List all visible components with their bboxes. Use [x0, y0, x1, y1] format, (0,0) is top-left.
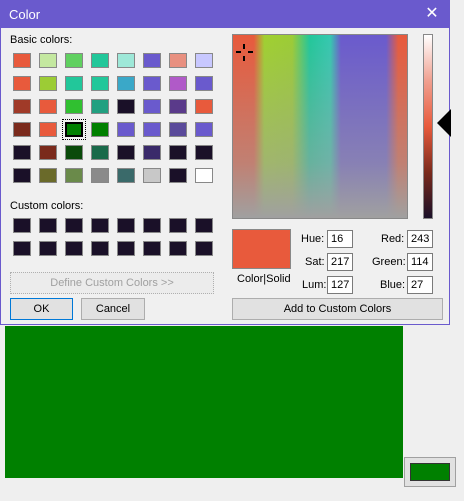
define-custom-colors-button[interactable]: Define Custom Colors >>	[10, 272, 214, 294]
custom-color-swatch[interactable]	[169, 241, 187, 256]
basic-color-swatch[interactable]	[117, 53, 135, 68]
basic-color-swatch[interactable]	[39, 76, 57, 91]
basic-color-swatch[interactable]	[169, 99, 187, 114]
canvas-area	[5, 326, 403, 478]
basic-color-swatch[interactable]	[39, 53, 57, 68]
basic-color-swatch[interactable]	[39, 122, 57, 137]
basic-color-swatch[interactable]	[169, 122, 187, 137]
hue-field[interactable]: 16	[327, 230, 353, 248]
basic-color-swatch[interactable]	[13, 168, 31, 183]
basic-color-swatch[interactable]	[91, 168, 109, 183]
basic-color-swatch[interactable]	[143, 76, 161, 91]
basic-color-swatch[interactable]	[65, 168, 83, 183]
basic-color-swatch[interactable]	[91, 53, 109, 68]
basic-color-swatch[interactable]	[195, 122, 213, 137]
custom-color-swatch[interactable]	[195, 218, 213, 233]
basic-color-swatch[interactable]	[143, 145, 161, 160]
basic-color-swatch[interactable]	[143, 122, 161, 137]
custom-color-swatch[interactable]	[65, 241, 83, 256]
custom-color-swatch[interactable]	[39, 218, 57, 233]
basic-color-swatch[interactable]	[91, 122, 109, 137]
custom-color-swatch[interactable]	[91, 218, 109, 233]
basic-color-swatch[interactable]	[143, 168, 161, 183]
close-icon[interactable]: ✕	[421, 3, 443, 25]
basic-color-swatch[interactable]	[13, 122, 31, 137]
green-label: Green:	[372, 256, 406, 268]
add-to-custom-colors-button[interactable]: Add to Custom Colors	[232, 298, 443, 320]
green-field[interactable]: 114	[407, 253, 433, 271]
basic-color-swatch[interactable]	[65, 53, 83, 68]
basic-color-swatch[interactable]	[117, 145, 135, 160]
red-label: Red:	[381, 233, 405, 245]
custom-color-swatch[interactable]	[117, 218, 135, 233]
custom-color-swatch[interactable]	[91, 241, 109, 256]
basic-color-swatch[interactable]	[91, 76, 109, 91]
custom-color-swatch[interactable]	[13, 218, 31, 233]
basic-color-swatch[interactable]	[195, 168, 213, 183]
basic-color-swatch[interactable]	[143, 99, 161, 114]
basic-color-swatch[interactable]	[169, 168, 187, 183]
basic-color-swatch[interactable]	[143, 53, 161, 68]
color-spectrum[interactable]	[232, 34, 408, 219]
color-dialog: Color ✕ Basic colors: Custom colors: Def…	[0, 0, 451, 325]
basic-color-swatch[interactable]	[117, 99, 135, 114]
blue-label: Blue:	[380, 279, 406, 291]
color-solid-preview	[232, 229, 291, 269]
sat-field[interactable]: 217	[327, 253, 353, 271]
blue-field[interactable]: 27	[407, 276, 433, 294]
custom-color-swatch[interactable]	[143, 218, 161, 233]
lum-label: Lum:	[302, 279, 327, 291]
crosshair-icon	[236, 44, 253, 61]
basic-color-swatch[interactable]	[195, 145, 213, 160]
custom-color-swatch[interactable]	[169, 218, 187, 233]
cancel-button[interactable]: Cancel	[81, 298, 145, 320]
dialog-title: Color	[9, 7, 41, 22]
basic-color-swatch[interactable]	[91, 145, 109, 160]
basic-color-swatch[interactable]	[13, 76, 31, 91]
basic-colors-label: Basic colors:	[10, 34, 73, 46]
basic-color-swatch[interactable]	[65, 145, 83, 160]
custom-color-swatch[interactable]	[13, 241, 31, 256]
red-field[interactable]: 243	[407, 230, 433, 248]
custom-color-swatch[interactable]	[143, 241, 161, 256]
color-swatch-button[interactable]	[404, 457, 456, 487]
luminance-slider[interactable]	[423, 34, 433, 219]
basic-color-swatch[interactable]	[169, 145, 187, 160]
basic-color-swatch[interactable]	[13, 53, 31, 68]
luminance-arrow-icon[interactable]	[437, 109, 451, 137]
basic-color-swatch[interactable]	[39, 168, 57, 183]
custom-color-swatch[interactable]	[117, 241, 135, 256]
basic-color-swatch[interactable]	[39, 145, 57, 160]
title-bar: Color ✕	[1, 1, 449, 28]
basic-color-swatch[interactable]	[13, 145, 31, 160]
custom-colors-label: Custom colors:	[10, 200, 84, 212]
basic-color-swatch[interactable]	[195, 53, 213, 68]
color-solid-label: Color|Solid	[237, 273, 291, 285]
basic-color-swatch[interactable]	[195, 76, 213, 91]
basic-color-swatch[interactable]	[13, 99, 31, 114]
basic-color-swatch[interactable]	[39, 99, 57, 114]
custom-color-swatch[interactable]	[39, 241, 57, 256]
basic-color-swatch[interactable]	[117, 122, 135, 137]
basic-color-swatch[interactable]	[62, 119, 86, 140]
custom-color-swatch[interactable]	[65, 218, 83, 233]
basic-color-swatch[interactable]	[117, 168, 135, 183]
basic-color-swatch[interactable]	[195, 99, 213, 114]
basic-color-swatch[interactable]	[65, 76, 83, 91]
hue-label: Hue:	[301, 233, 325, 245]
color-swatch-preview	[410, 463, 450, 481]
sat-label: Sat:	[305, 256, 325, 268]
ok-button[interactable]: OK	[10, 298, 73, 320]
basic-color-swatch[interactable]	[91, 99, 109, 114]
basic-color-swatch[interactable]	[117, 76, 135, 91]
basic-color-swatch[interactable]	[169, 53, 187, 68]
basic-color-swatch[interactable]	[169, 76, 187, 91]
custom-color-swatch[interactable]	[195, 241, 213, 256]
lum-field[interactable]: 127	[327, 276, 353, 294]
basic-color-swatch[interactable]	[65, 99, 83, 114]
